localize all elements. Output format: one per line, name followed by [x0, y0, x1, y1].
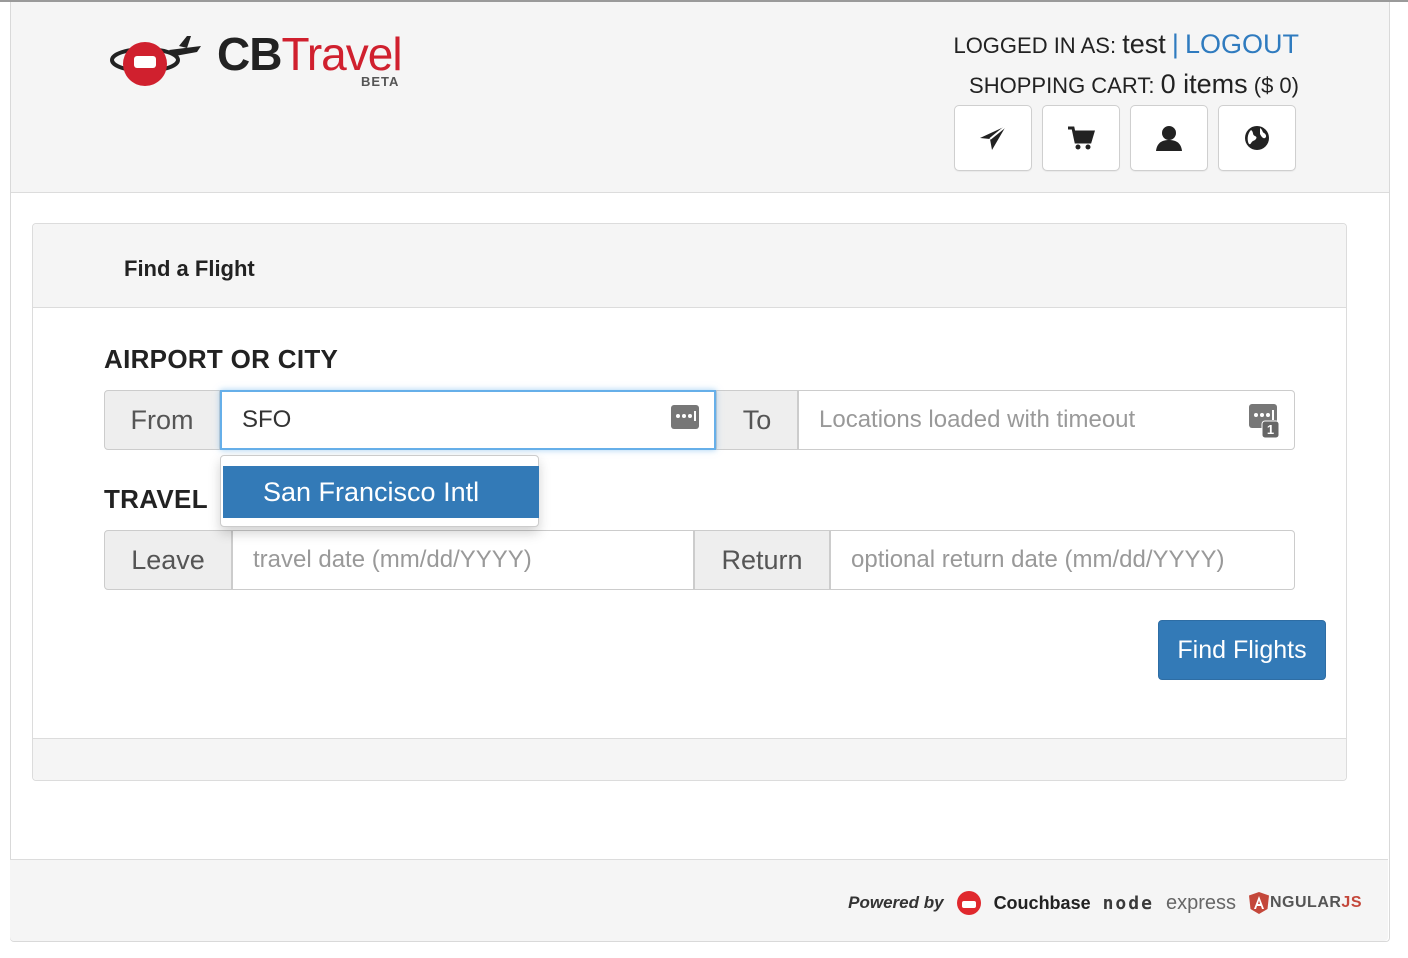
to-addon: To	[716, 390, 798, 450]
find-flights-button[interactable]: Find Flights	[1158, 620, 1326, 680]
header: CBTravel BETA LOGGED IN AS: test | LOGOU…	[11, 2, 1389, 193]
leave-date-input[interactable]: travel date (mm/dd/YYYY)	[232, 530, 694, 590]
autocomplete-dropdown: San Francisco Intl	[220, 455, 539, 527]
user-icon	[1156, 126, 1182, 151]
return-date-placeholder: optional return date (mm/dd/YYYY)	[851, 546, 1225, 573]
username: test	[1122, 29, 1166, 59]
airport-section-label: AIRPORT OR CITY	[104, 344, 339, 374]
autofill-icon[interactable]	[670, 404, 700, 430]
airport-input-group: From SFO To Locations loaded with timeou…	[104, 390, 1295, 450]
panel-heading: Find a Flight	[33, 224, 1346, 308]
nav-buttons	[954, 105, 1296, 171]
leave-addon: Leave	[104, 530, 232, 590]
from-addon: From	[104, 390, 220, 450]
autocomplete-option[interactable]: San Francisco Intl	[223, 466, 539, 518]
user-nav-button[interactable]	[1130, 105, 1208, 171]
panel-title: Find a Flight	[124, 256, 255, 281]
user-info: LOGGED IN AS: test | LOGOUT SHOPPING CAR…	[953, 28, 1299, 102]
panel-footer	[33, 738, 1346, 780]
logged-in-label: LOGGED IN AS:	[953, 33, 1117, 58]
send-icon	[980, 125, 1007, 150]
return-addon: Return	[694, 530, 830, 590]
travel-input-group: Leave travel date (mm/dd/YYYY) Return op…	[104, 530, 1295, 590]
cart-line: SHOPPING CART: 0 items ($ 0)	[953, 68, 1299, 102]
to-input-placeholder: Locations loaded with timeout	[819, 406, 1136, 433]
beta-badge: BETA	[361, 74, 400, 89]
cart-icon	[1068, 126, 1095, 150]
to-input[interactable]: Locations loaded with timeout 1	[798, 390, 1295, 450]
globe-nav-button[interactable]	[1218, 105, 1296, 171]
cart-label: SHOPPING CART:	[969, 73, 1155, 98]
brand-name-accent: Travel	[281, 28, 402, 80]
from-input[interactable]: SFO	[220, 390, 716, 450]
brand-name-bold: CB	[217, 28, 282, 80]
leave-date-placeholder: travel date (mm/dd/YYYY)	[253, 546, 532, 573]
to-count-badge: 1	[1267, 422, 1274, 437]
logout-link[interactable]: LOGOUT	[1185, 29, 1299, 59]
autofill-icon[interactable]: 1	[1248, 403, 1280, 439]
flights-nav-button[interactable]	[954, 105, 1032, 171]
globe-icon	[1245, 126, 1269, 150]
from-input-value: SFO	[242, 406, 292, 433]
return-date-input[interactable]: optional return date (mm/dd/YYYY)	[830, 530, 1295, 590]
cart-nav-button[interactable]	[1042, 105, 1120, 171]
brand-name: CBTravel	[217, 28, 403, 80]
login-line: LOGGED IN AS: test | LOGOUT	[953, 28, 1299, 62]
travel-section-label: TRAVEL	[104, 484, 208, 514]
airplane-logo-icon	[110, 36, 201, 86]
cart-total: ($ 0)	[1253, 73, 1299, 98]
brand-logo[interactable]: CBTravel BETA	[109, 28, 409, 98]
separator: |	[1171, 29, 1179, 59]
cart-items: 0 items	[1160, 69, 1248, 99]
